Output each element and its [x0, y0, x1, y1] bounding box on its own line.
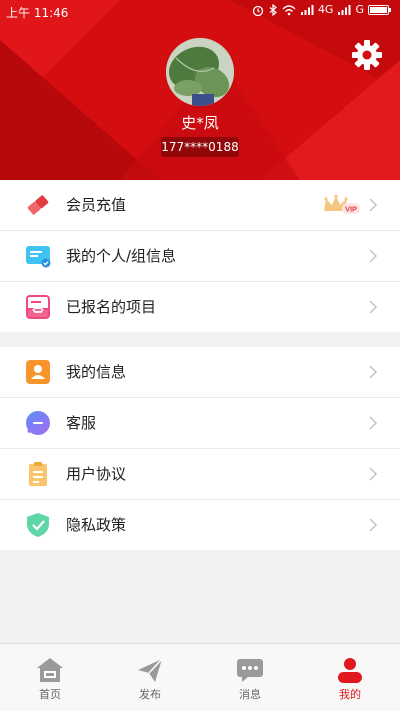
signal-icon-2: [338, 4, 351, 15]
message-icon: [237, 659, 263, 682]
chevron-right-icon: [369, 198, 378, 212]
tab-mine[interactable]: 我的: [300, 644, 400, 711]
chevron-right-icon: [369, 416, 378, 430]
tab-home[interactable]: 首页: [0, 644, 100, 711]
menu-item-user-agreement[interactable]: 用户协议: [0, 449, 400, 500]
chevron-right-icon: [369, 249, 378, 263]
menu-label: 会员充值: [66, 196, 127, 214]
bluetooth-icon: [269, 3, 277, 16]
menu-group-account: 会员充值 VIP 我的个人/组信息 已报名的项目: [0, 180, 400, 332]
network-type-2: G: [355, 3, 364, 16]
shield-icon: [27, 513, 49, 537]
profile-header: 上午 11:46 4G G 史*凤 177****0188: [0, 0, 400, 180]
person-icon: [338, 658, 362, 683]
bottom-tab-bar: 首页 发布 消息 我的: [0, 643, 400, 711]
eraser-icon: [27, 195, 49, 215]
status-time: 上午 11:46: [6, 6, 69, 20]
paper-plane-icon: [138, 658, 163, 682]
vip-crown-icon: VIP: [324, 194, 360, 214]
menu-item-vip-recharge[interactable]: 会员充值 VIP: [0, 180, 400, 231]
user-phone: 177****0188: [161, 137, 239, 157]
menu-item-my-info[interactable]: 我的信息: [0, 347, 400, 398]
chevron-right-icon: [369, 365, 378, 379]
avatar[interactable]: [166, 38, 234, 106]
battery-icon: [368, 4, 391, 15]
menu-group-settings: 我的信息 客服 用户协议 隐私政策: [0, 347, 400, 550]
menu-item-customer-service[interactable]: 客服: [0, 398, 400, 449]
home-icon: [37, 658, 63, 682]
menu-label: 我的信息: [66, 363, 127, 381]
chevron-right-icon: [369, 467, 378, 481]
tab-messages[interactable]: 消息: [200, 644, 300, 711]
tab-publish[interactable]: 发布: [100, 644, 200, 711]
menu-label: 隐私政策: [66, 516, 127, 534]
menu-label: 我的个人/组信息: [66, 247, 177, 265]
clipboard-icon: [29, 462, 47, 486]
avatar-image: [166, 38, 234, 106]
tab-label: 发布: [139, 688, 161, 701]
menu-label: 客服: [66, 414, 97, 432]
id-card-icon: [26, 246, 51, 268]
menu-item-privacy-policy[interactable]: 隐私政策: [0, 500, 400, 550]
alarm-icon: [252, 5, 264, 16]
menu-label: 已报名的项目: [66, 298, 157, 316]
menu-label: 用户协议: [66, 465, 127, 483]
settings-gear-icon[interactable]: [350, 38, 384, 72]
chat-icon: [26, 411, 50, 435]
wifi-icon: [282, 4, 296, 15]
inbox-icon: [26, 295, 50, 319]
tab-label: 首页: [39, 688, 61, 701]
user-icon: [26, 360, 50, 384]
user-name: 史*凤: [181, 114, 219, 132]
network-type: 4G: [317, 3, 334, 16]
chevron-right-icon: [369, 518, 378, 532]
tab-label: 消息: [239, 688, 261, 701]
signal-icon: [300, 4, 314, 15]
vip-badge: VIP: [345, 205, 357, 214]
menu-item-registered-projects[interactable]: 已报名的项目: [0, 282, 400, 332]
status-bar: 上午 11:46 4G G: [0, 0, 400, 24]
chevron-right-icon: [369, 300, 378, 314]
status-icons: 4G G: [252, 3, 392, 16]
tab-label: 我的: [339, 688, 361, 701]
menu-item-personal-group-info[interactable]: 我的个人/组信息: [0, 231, 400, 282]
